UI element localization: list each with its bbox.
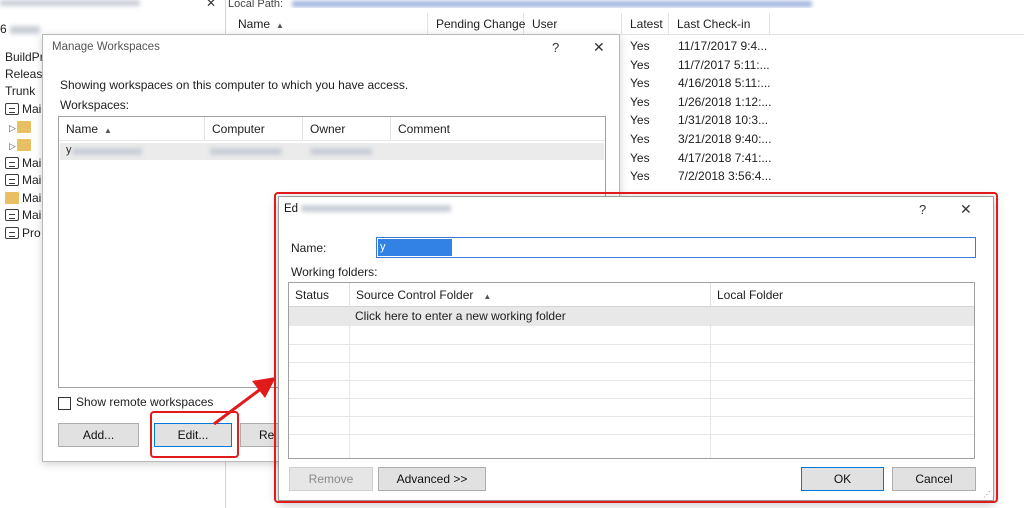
annotation-highlight-dialog	[274, 192, 998, 503]
arrow-head	[252, 377, 276, 398]
arrow-shaft	[213, 386, 263, 426]
